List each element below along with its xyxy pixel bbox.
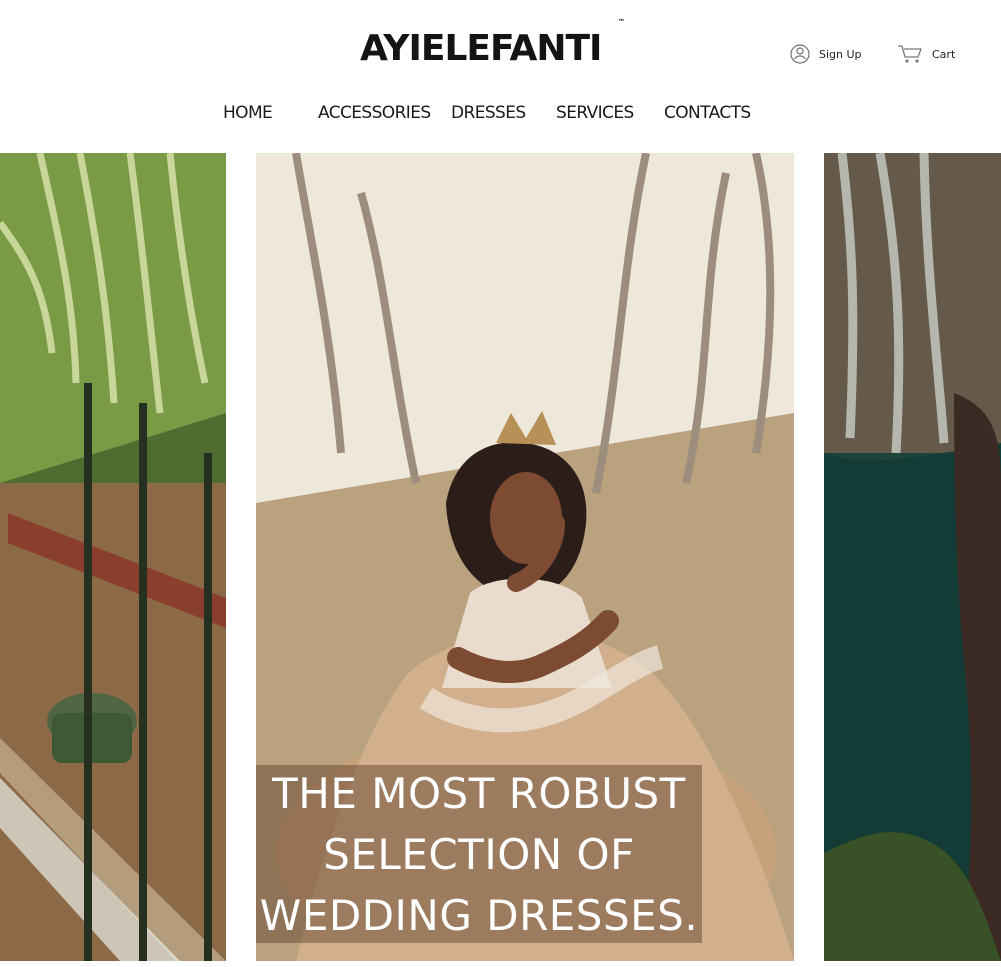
brand-name: AYIELEFANTI [360,28,602,69]
signup-label: Sign Up [819,47,862,61]
gallery-image-waterfall[interactable] [824,153,1001,961]
user-icon [789,43,811,65]
caption-line-3: WEDDING DRESSES. [259,890,699,940]
site-header: AYIELEFANTI ™ Sign Up Cart HOME ACCESSOR… [0,0,1001,150]
featured-image-wedding-dress[interactable]: THE MOST ROBUST SELECTION OF WEDDING DRE… [256,153,794,961]
nav-item-accessories[interactable]: ACCESSORIES [318,98,431,128]
gallery-image-garden-bridge[interactable] [0,153,226,961]
main-navigation: HOME ACCESSORIES DRESSES SERVICES CONTAC… [0,98,1001,128]
caption-line-2: SELECTION OF [323,829,635,879]
signup-link[interactable]: Sign Up [789,43,862,65]
nav-item-services[interactable]: SERVICES [556,98,634,128]
caption-line-1: THE MOST ROBUST [272,768,686,818]
wedding-gallery: THE MOST ROBUST SELECTION OF WEDDING DRE… [0,153,1001,961]
trademark-symbol: ™ [618,18,625,26]
shopping-cart-icon [896,43,924,65]
nav-item-dresses[interactable]: DRESSES [451,98,526,128]
brand-logo[interactable]: AYIELEFANTI ™ [360,18,625,74]
nav-item-contacts[interactable]: CONTACTS [664,98,751,128]
nav-item-home[interactable]: HOME [223,98,273,128]
featured-caption: THE MOST ROBUST SELECTION OF WEDDING DRE… [256,765,702,943]
cart-label: Cart [932,47,956,61]
cart-link[interactable]: Cart [896,43,955,65]
